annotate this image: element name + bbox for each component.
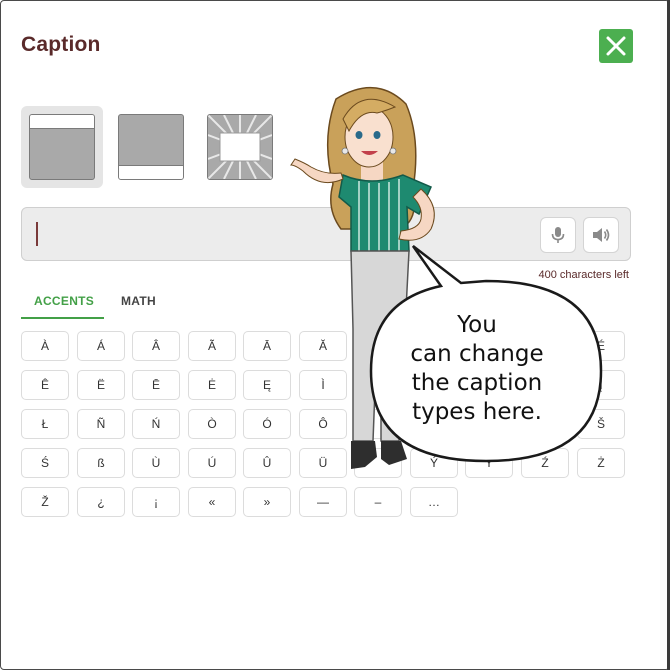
key-button[interactable]: Ù: [132, 448, 180, 478]
speech-bubble-text: You can change the caption types here.: [353, 311, 601, 427]
caption-dialog: Caption 400 characters left ACCENTS MATH…: [0, 0, 670, 670]
caption-type-burst[interactable]: [199, 106, 281, 188]
caption-type-bottom[interactable]: [110, 106, 192, 188]
key-button[interactable]: ß: [77, 448, 125, 478]
key-button[interactable]: Â: [132, 331, 180, 361]
speech-line: types here.: [412, 399, 542, 425]
key-button[interactable]: Ē: [132, 370, 180, 400]
caption-type-bottom-thumbnail: [118, 114, 184, 180]
text-cursor: [36, 222, 38, 246]
caption-type-top-thumbnail: [29, 114, 95, 180]
key-button[interactable]: Á: [77, 331, 125, 361]
key-button[interactable]: Ž: [21, 487, 69, 517]
key-button[interactable]: »: [243, 487, 291, 517]
key-button[interactable]: Ł: [21, 409, 69, 439]
key-button[interactable]: Ñ: [77, 409, 125, 439]
key-button[interactable]: Ú: [188, 448, 236, 478]
key-button[interactable]: —: [299, 487, 347, 517]
key-button[interactable]: À: [21, 331, 69, 361]
key-button[interactable]: ¡: [132, 487, 180, 517]
key-button[interactable]: Ń: [132, 409, 180, 439]
speech-line: can change: [410, 341, 544, 367]
close-button[interactable]: [599, 29, 633, 63]
key-button[interactable]: Ś: [21, 448, 69, 478]
key-button[interactable]: …: [410, 487, 458, 517]
speech-line: the caption: [411, 370, 543, 396]
tab-accents[interactable]: ACCENTS: [34, 294, 94, 308]
tab-math[interactable]: MATH: [121, 294, 156, 308]
key-button[interactable]: ¿: [77, 487, 125, 517]
active-tab-indicator: [21, 317, 104, 319]
caption-type-top[interactable]: [21, 106, 103, 188]
key-button[interactable]: Ë: [77, 370, 125, 400]
key-button[interactable]: –: [354, 487, 402, 517]
speech-line: You: [457, 312, 497, 338]
caption-type-burst-thumbnail: [207, 114, 273, 180]
close-x-icon: [606, 36, 626, 56]
key-button[interactable]: Ê: [21, 370, 69, 400]
key-button[interactable]: Ã: [188, 331, 236, 361]
dialog-title: Caption: [21, 33, 101, 56]
key-button[interactable]: Ė: [188, 370, 236, 400]
key-button[interactable]: Ò: [188, 409, 236, 439]
key-button[interactable]: «: [188, 487, 236, 517]
